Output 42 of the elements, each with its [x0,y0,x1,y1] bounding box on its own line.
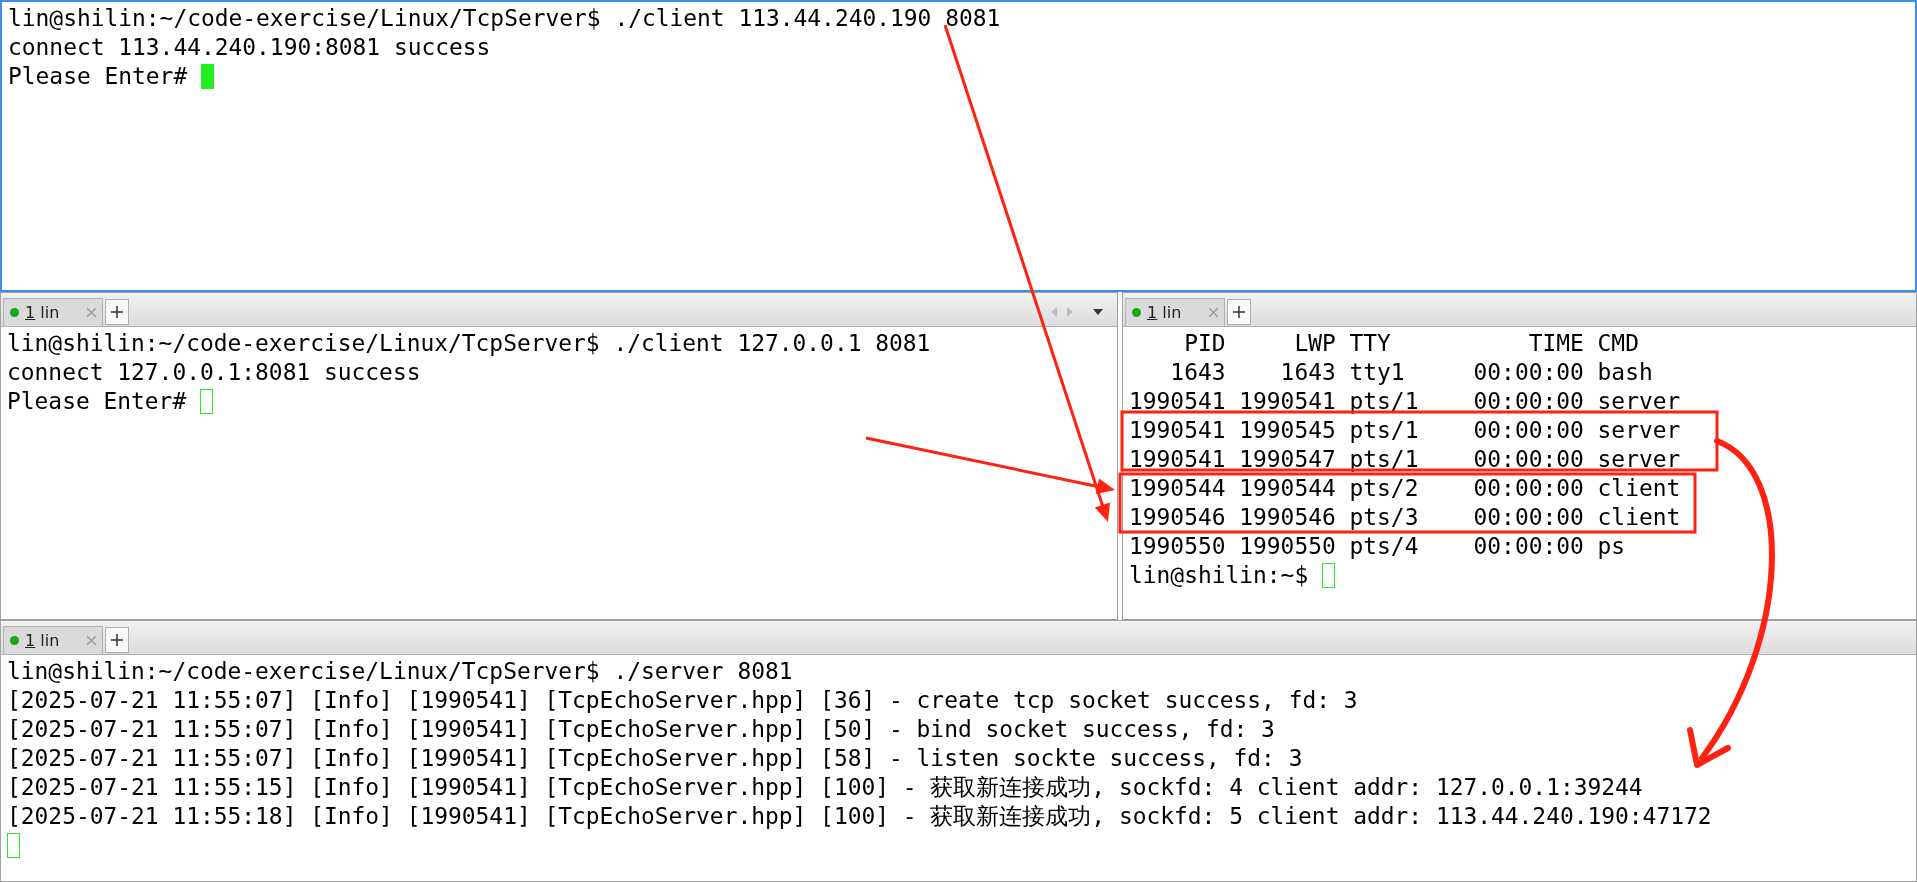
close-icon[interactable] [87,636,96,645]
terminal-line: [2025-07-21 11:55:07] [Info] [1990541] [TcpEchoServer.hpp] [36] - create tcp socket success, fd: 3 [7,686,1358,715]
terminal-line: 1990541 1990541 pts/1 00:00:00 server [1129,387,1681,416]
terminal-line: 1990541 1990545 pts/1 00:00:00 server [1129,416,1681,445]
plus-icon [111,634,123,646]
close-icon[interactable] [87,308,96,317]
new-tab-button[interactable] [105,299,129,325]
terminal-line: [2025-07-21 11:55:18] [Info] [1990541] [TcpEchoServer.hpp] [100] - 获取新连接成功, sockfd: 5 client addr: 113.44.240.190:47172 [7,802,1712,831]
terminal-tab[interactable]: 1 lin [3,626,103,654]
terminal-line: 1643 1643 tty1 00:00:00 bash [1169,358,1653,387]
terminal-line: PID LWP TTY TIME CMD [1183,329,1639,358]
terminal-line: lin@shilin:~$ [1129,561,1310,590]
terminal-line: connect 113.44.240.190:8081 success [8,33,491,62]
tab-label: 1 lin [1147,303,1183,322]
new-tab-button[interactable] [1227,299,1251,325]
terminal-line: [2025-07-21 11:55:07] [Info] [1990541] [TcpEchoServer.hpp] [58] - listen sockte success, fd: 3 [7,744,1303,773]
terminal-line: 1990544 1990544 pts/2 00:00:00 client [1129,474,1681,503]
tab-label: 1 lin [25,631,61,650]
scroll-right-icon[interactable] [1067,307,1073,317]
terminal-tab[interactable]: 1 lin [1125,298,1225,326]
scroll-left-icon[interactable] [1051,307,1057,317]
terminal-line: lin@shilin:~/code-exercise/Linux/TcpServer$ ./client 113.44.240.190 8081 [8,4,1001,33]
terminal-line: 1990541 1990547 pts/1 00:00:00 server [1129,445,1681,474]
status-dot-icon [10,308,19,317]
terminal-line: 1990546 1990546 pts/3 00:00:00 client [1129,503,1681,532]
status-dot-icon [1132,308,1141,317]
terminal-line: connect 127.0.0.1:8081 success [7,358,421,387]
terminal-line: lin@shilin:~/code-exercise/Linux/TcpServer$ ./client 127.0.0.1 8081 [7,329,931,358]
terminal-line: 1990550 1990550 pts/4 00:00:00 ps [1129,532,1626,561]
status-dot-icon [10,636,19,645]
terminal-line: [2025-07-21 11:55:15] [Info] [1990541] [TcpEchoServer.hpp] [100] - 获取新连接成功, sockfd: 4 client addr: 127.0.0.1:39244 [7,773,1643,802]
new-tab-button[interactable] [105,627,129,653]
terminal-line: Please Enter# [7,387,188,416]
tab-label: 1 lin [25,303,61,322]
close-icon[interactable] [1209,308,1218,317]
terminal-line: lin@shilin:~/code-exercise/Linux/TcpServer$ ./server 8081 [7,657,793,686]
terminal-line: Please Enter# [8,62,189,91]
plus-icon [1233,306,1245,318]
dropdown-icon[interactable] [1093,309,1103,315]
terminal-line: [2025-07-21 11:55:07] [Info] [1990541] [TcpEchoServer.hpp] [50] - bind socket success, fd: 3 [7,715,1275,744]
terminal-tab[interactable]: 1 lin [3,298,103,326]
plus-icon [111,306,123,318]
